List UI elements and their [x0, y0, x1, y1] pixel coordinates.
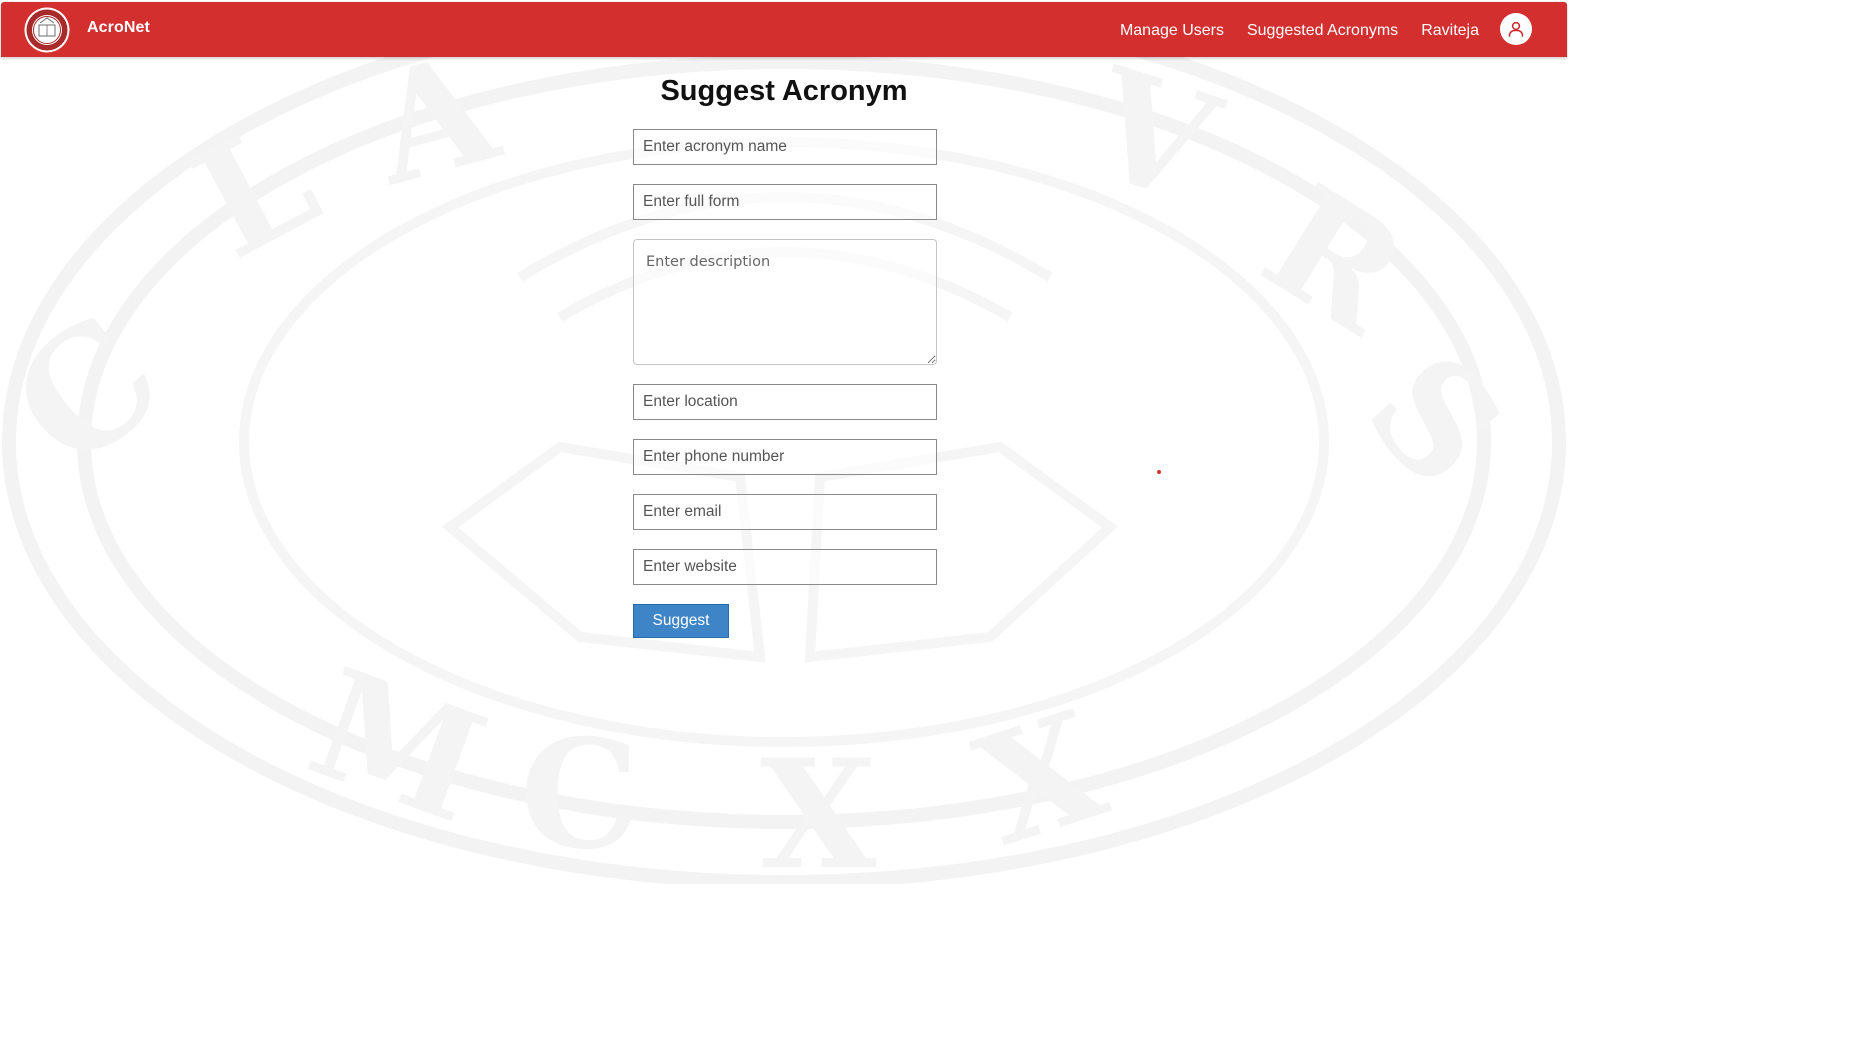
top-navbar: AcroNet Manage Users Suggested Acronyms …	[1, 2, 1567, 57]
user-profile-button[interactable]	[1500, 13, 1532, 45]
email-input[interactable]	[633, 494, 937, 530]
svg-text:X: X	[958, 677, 1124, 881]
university-seal-icon[interactable]	[24, 7, 70, 53]
page: C L A V R S M C X X AcroNet Manage Users…	[0, 0, 1568, 884]
svg-text:X: X	[760, 727, 877, 884]
website-input[interactable]	[633, 549, 937, 585]
full-form-input[interactable]	[633, 184, 937, 220]
suggest-button[interactable]: Suggest	[633, 604, 729, 638]
svg-text:S: S	[1333, 321, 1536, 519]
acronym-name-input[interactable]	[633, 129, 937, 165]
svg-text:C: C	[520, 707, 639, 883]
page-title: Suggest Acronym	[660, 75, 908, 107]
nav-username[interactable]: Raviteja	[1421, 22, 1479, 40]
brand-name[interactable]: AcroNet	[87, 19, 150, 37]
svg-text:M: M	[289, 635, 505, 857]
phone-number-input[interactable]	[633, 439, 937, 475]
description-textarea[interactable]	[633, 239, 937, 365]
location-input[interactable]	[633, 384, 937, 420]
nav-suggested-acronyms[interactable]: Suggested Acronyms	[1247, 22, 1398, 40]
svg-text:R: R	[1235, 152, 1435, 368]
cursor-dot	[1157, 470, 1161, 474]
svg-text:L: L	[168, 88, 344, 293]
nav-links: Manage Users Suggested Acronyms Raviteja	[1120, 22, 1479, 40]
svg-text:C: C	[0, 279, 196, 505]
nav-manage-users[interactable]: Manage Users	[1120, 22, 1224, 40]
user-profile-icon	[1508, 21, 1524, 37]
